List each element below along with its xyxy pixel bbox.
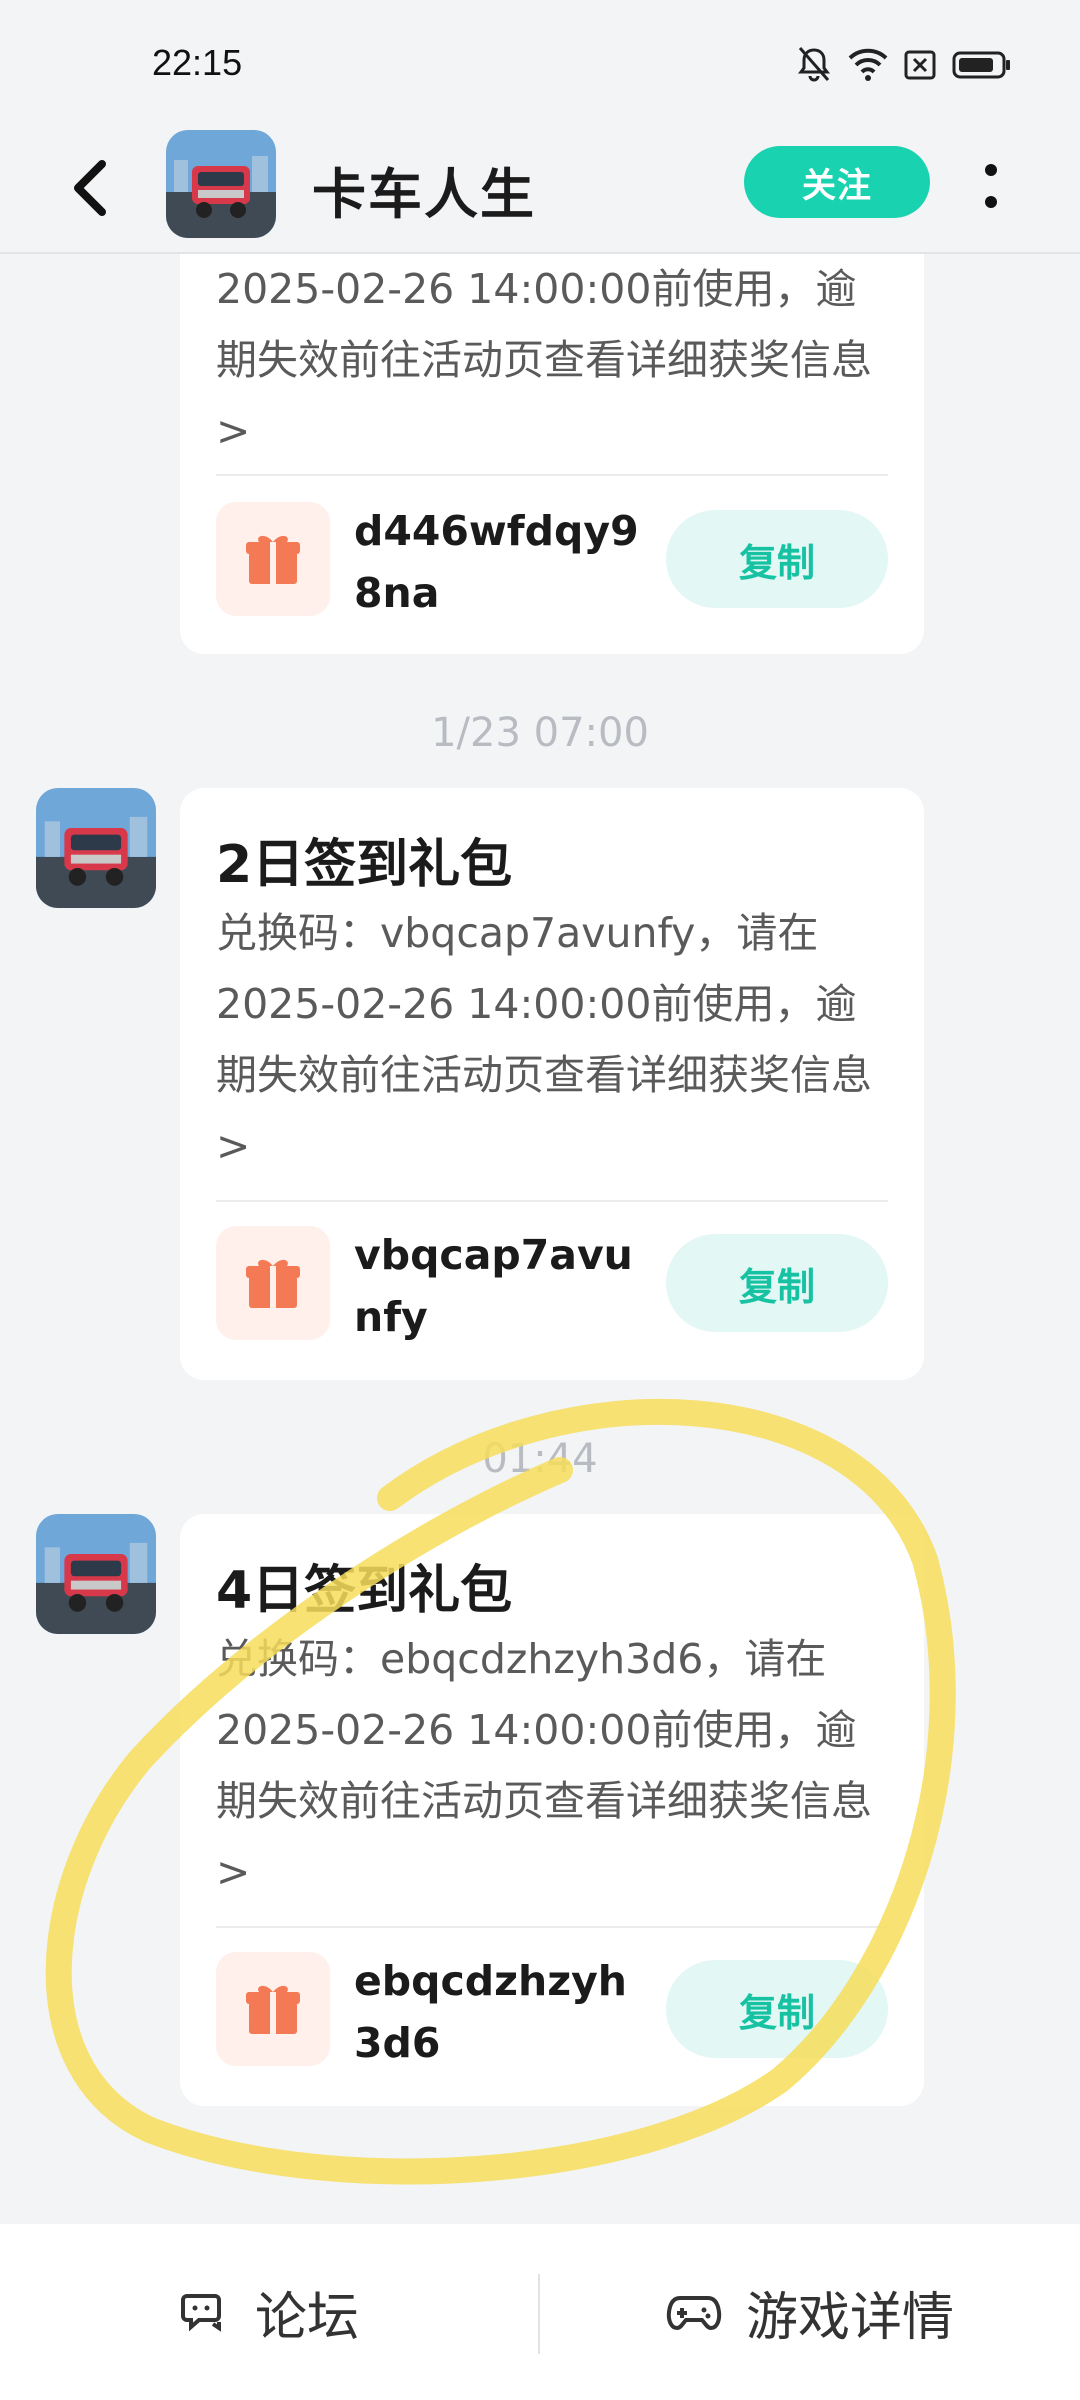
message-title: 2日签到礼包	[216, 835, 513, 895]
message-title: 4日签到礼包	[216, 1561, 513, 1621]
gift-badge	[216, 1952, 330, 2066]
game-details-tab[interactable]: 游戏详情	[540, 2224, 1080, 2400]
sim-off-icon	[904, 50, 936, 80]
app-header: 卡车人生 关注	[0, 130, 1080, 254]
sender-avatar[interactable]	[36, 788, 156, 908]
forum-tab-label: 论坛	[254, 2287, 359, 2348]
gift-icon	[246, 1259, 300, 1308]
redeem-code: vbqcap7avunfy	[354, 1231, 633, 1341]
copy-button[interactable]: 复制	[666, 1960, 888, 2058]
bottom-bar: 论坛 游戏详情	[0, 2224, 1080, 2400]
app-title: 卡车人生	[312, 163, 536, 226]
copy-button[interactable]: 复制	[666, 510, 888, 608]
message-card: 4日签到礼包 兑换码：ebqcdzhzyh3d6，请在2025-02-26 14…	[180, 1514, 924, 2106]
battery-icon	[952, 51, 1010, 79]
message-timestamp: 01:44	[482, 1436, 598, 1482]
truck-app-icon	[36, 788, 156, 908]
bell-muted-icon	[798, 47, 830, 82]
card-divider	[216, 1200, 888, 1202]
message-card: 2025-02-26 14:00:00前使用，逾期失效前往活动页查看详细获奖信息…	[180, 254, 924, 654]
redeem-code: d446wfdqy98na	[354, 507, 639, 617]
truck-app-icon	[166, 130, 276, 238]
gamepad-icon	[666, 2296, 722, 2331]
game-details-tab-label: 游戏详情	[745, 2287, 954, 2348]
card-divider	[216, 1926, 888, 1928]
truck-app-icon	[36, 1514, 156, 1634]
copy-button[interactable]: 复制	[666, 1234, 888, 1332]
redeem-code: ebqcdzhzyh3d6	[354, 1957, 627, 2067]
gift-badge	[216, 502, 330, 616]
message-body[interactable]: 兑换码：vbqcap7avunfy，请在2025-02-26 14:00:00前…	[216, 898, 896, 1182]
gift-icon	[246, 535, 300, 584]
message-timestamp: 1/23 07:00	[431, 710, 649, 756]
status-time: 22:15	[152, 42, 243, 83]
message-card: 2日签到礼包 兑换码：vbqcap7avunfy，请在2025-02-26 14…	[180, 788, 924, 1380]
wifi-icon	[848, 48, 888, 81]
message-body[interactable]: 2025-02-26 14:00:00前使用，逾期失效前往活动页查看详细获奖信息…	[216, 254, 896, 467]
forum-tab[interactable]: 论坛	[0, 2224, 538, 2400]
message-body[interactable]: 兑换码：ebqcdzhzyh3d6，请在2025-02-26 14:00:00前…	[216, 1624, 896, 1908]
gift-badge	[216, 1226, 330, 1340]
forum-chat-icon	[180, 2294, 221, 2332]
follow-button[interactable]: 关注	[744, 146, 930, 218]
gift-icon	[246, 1985, 300, 2034]
app-avatar[interactable]	[166, 130, 276, 238]
card-divider	[216, 474, 888, 476]
more-vertical-icon[interactable]	[976, 156, 1006, 216]
status-bar: 22:15	[0, 0, 1080, 130]
back-arrow-icon[interactable]	[58, 148, 138, 228]
sender-avatar[interactable]	[36, 1514, 156, 1634]
